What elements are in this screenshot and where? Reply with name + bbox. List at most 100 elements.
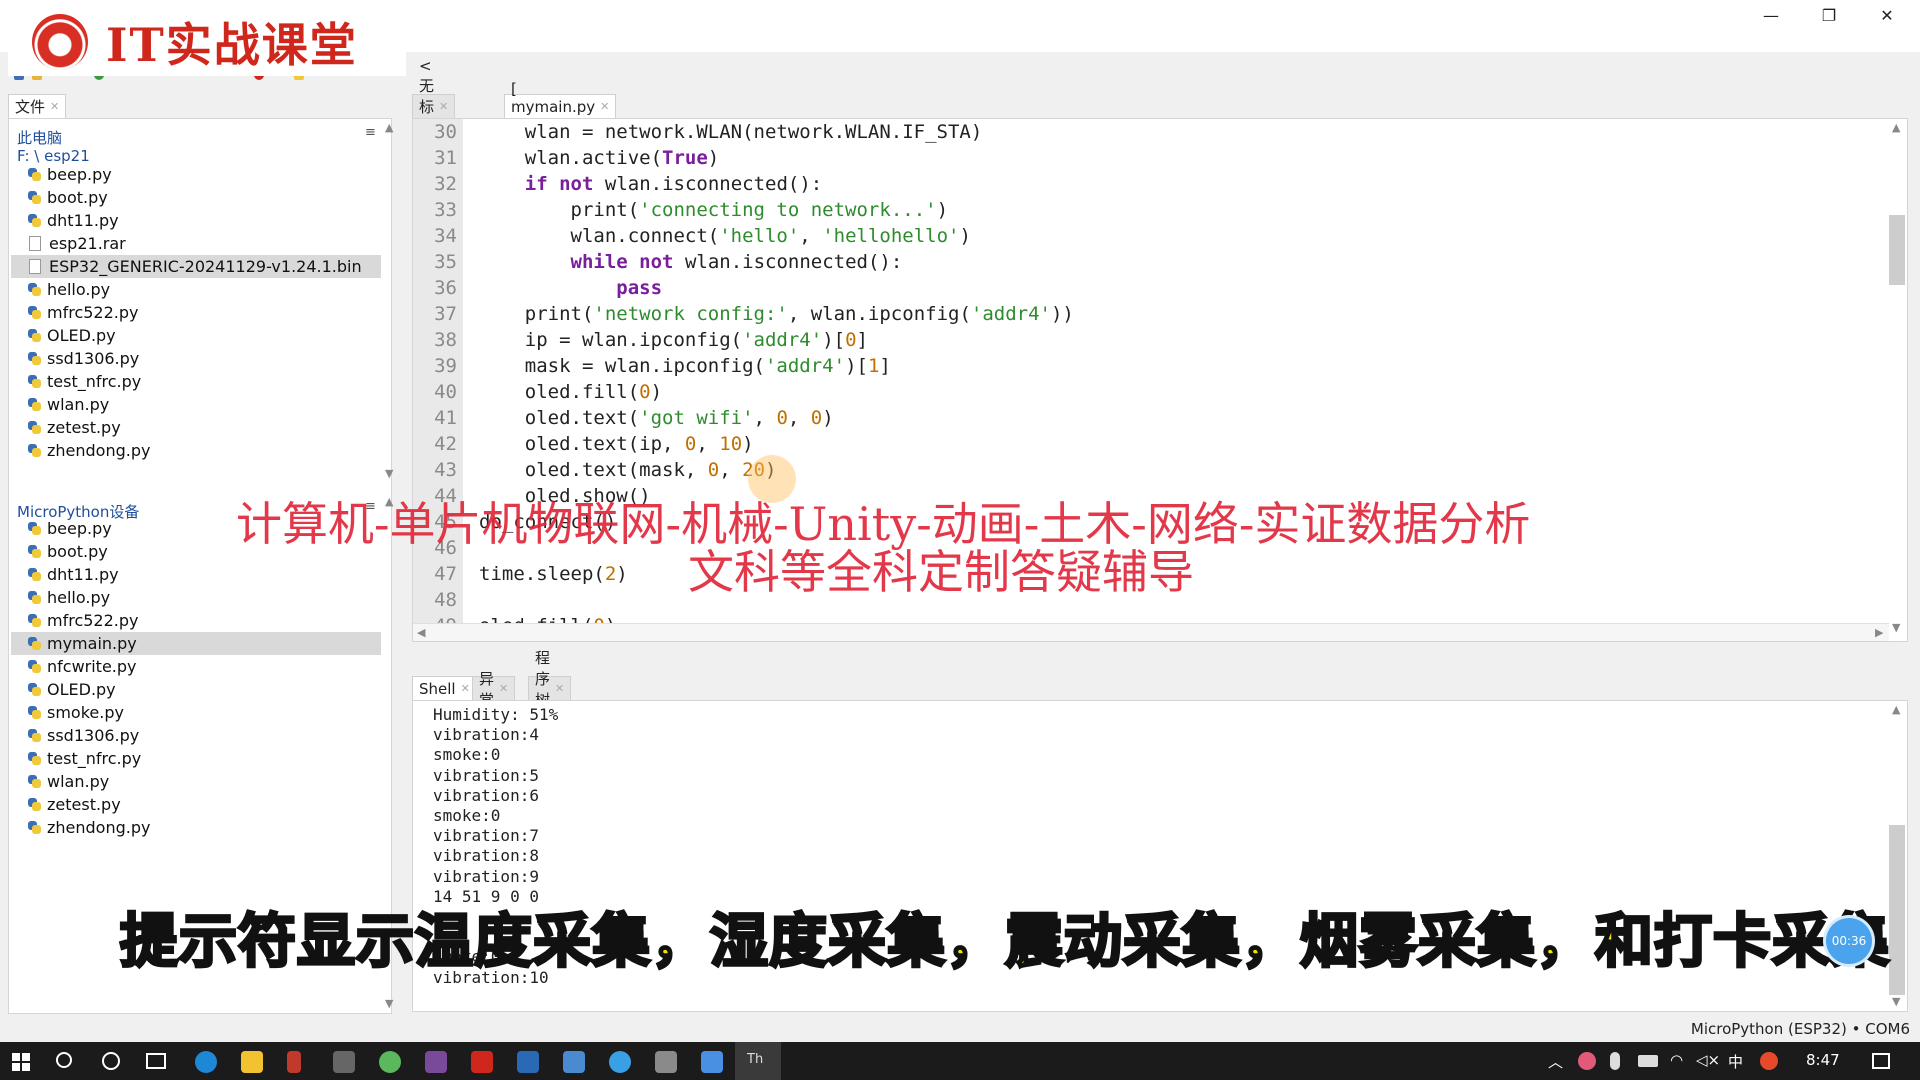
tray-app-icon[interactable] xyxy=(1578,1052,1596,1070)
scroll-down-icon[interactable]: ▼ xyxy=(385,997,393,1010)
scroll-up-icon[interactable]: ▲ xyxy=(1892,121,1900,134)
tab-files[interactable]: 文件 ✕ xyxy=(8,94,67,118)
ime-indicator[interactable]: 中 xyxy=(1728,1051,1743,1072)
app-icon[interactable] xyxy=(609,1051,631,1073)
file-item[interactable]: mymain.py xyxy=(11,632,381,655)
code-line: oled.text('got wifi', 0, 0) xyxy=(479,407,834,429)
file-explorer-icon[interactable] xyxy=(241,1051,263,1073)
volume-muted-icon[interactable]: ◁× xyxy=(1696,1051,1720,1069)
file-item[interactable]: test_nfrc.py xyxy=(11,370,381,393)
editor-vertical-scrollbar[interactable]: ▲ ▼ xyxy=(1887,119,1907,639)
close-icon[interactable]: ✕ xyxy=(499,682,508,695)
file-item[interactable]: ssd1306.py xyxy=(11,724,381,747)
tab-1[interactable]: <无标题>✕ xyxy=(412,57,456,156)
close-icon[interactable]: ✕ xyxy=(555,682,564,695)
file-item[interactable]: wlan.py xyxy=(11,393,381,416)
video-subtitle: 提示符显示温度采集，湿度采集，震动采集，烟雾采集，和打卡采集 xyxy=(119,906,1891,977)
file-item[interactable]: OLED.py xyxy=(11,678,381,701)
shell-line: vibration:4 xyxy=(433,725,539,745)
line-number: 48 xyxy=(434,589,457,611)
file-item[interactable]: hello.py xyxy=(11,586,381,609)
file-item[interactable]: nfcwrite.py xyxy=(11,655,381,678)
close-button[interactable]: ✕ xyxy=(1858,0,1916,30)
file-item[interactable]: wlan.py xyxy=(11,770,381,793)
close-icon[interactable]: ✕ xyxy=(439,100,448,113)
scroll-up-icon[interactable]: ▲ xyxy=(1892,703,1900,716)
network-icon[interactable]: ◠ xyxy=(1670,1051,1683,1069)
app-icon[interactable] xyxy=(379,1051,401,1073)
file-item[interactable]: smoke.py xyxy=(11,701,381,724)
scroll-right-icon[interactable]: ▶ xyxy=(1875,626,1883,639)
file-item[interactable]: esp21.rar xyxy=(11,232,381,255)
edge-icon[interactable] xyxy=(195,1051,217,1073)
scroll-down-icon[interactable]: ▼ xyxy=(1892,995,1900,1008)
shell-vertical-scrollbar[interactable]: ▲ ▼ xyxy=(1887,701,1907,1011)
scroll-thumb[interactable] xyxy=(1889,825,1905,995)
app-icon[interactable] xyxy=(517,1051,539,1073)
file-name: boot.py xyxy=(47,188,108,207)
windows-start-icon[interactable] xyxy=(12,1053,30,1071)
timer-badge[interactable]: 00:36 xyxy=(1826,918,1872,964)
editor-horizontal-scrollbar[interactable]: ◀ ▶ xyxy=(413,623,1889,641)
python-file-icon xyxy=(27,305,42,320)
minimize-button[interactable]: — xyxy=(1742,0,1800,30)
line-number: 35 xyxy=(434,251,457,273)
this-pc-label[interactable]: 此电脑 xyxy=(17,127,62,148)
file-item[interactable]: mfrc522.py xyxy=(11,609,381,632)
app-icon[interactable] xyxy=(425,1051,447,1073)
task-view-icon[interactable] xyxy=(146,1053,166,1069)
tab-3[interactable]: 程序树图✕ xyxy=(528,649,572,730)
app-icon[interactable] xyxy=(701,1051,723,1073)
tray-chevron-icon[interactable]: ︿ xyxy=(1548,1051,1563,1072)
wps-icon[interactable] xyxy=(471,1051,493,1073)
close-icon[interactable]: ✕ xyxy=(50,100,59,113)
tab-2[interactable]: 异常✕ xyxy=(472,670,516,709)
close-icon[interactable]: ✕ xyxy=(461,682,470,695)
document-icon xyxy=(29,236,41,251)
file-item[interactable]: zhendong.py xyxy=(11,816,381,839)
scroll-down-icon[interactable]: ▼ xyxy=(385,467,393,480)
python-file-icon xyxy=(27,774,42,789)
file-item[interactable]: zhendong.py xyxy=(11,439,381,462)
file-item[interactable]: hello.py xyxy=(11,278,381,301)
shell-line: smoke:0 xyxy=(433,806,501,825)
python-file-icon xyxy=(27,544,42,559)
app-icon[interactable] xyxy=(287,1051,301,1073)
file-item[interactable]: zetest.py xyxy=(11,793,381,816)
file-item[interactable]: dht11.py xyxy=(11,209,381,232)
notification-icon[interactable] xyxy=(1872,1053,1890,1069)
python-file-icon xyxy=(27,705,42,720)
tab-2[interactable]: [ mymain.py ]✕ xyxy=(504,80,617,134)
file-item[interactable]: ESP32_GENERIC-20241129-v1.24.1.bin xyxy=(11,255,381,278)
file-item[interactable]: zetest.py xyxy=(11,416,381,439)
app-icon[interactable] xyxy=(655,1051,677,1073)
clock[interactable]: 8:47 xyxy=(1806,1051,1840,1069)
scroll-left-icon[interactable]: ◀ xyxy=(417,626,425,639)
file-item[interactable]: test_nfrc.py xyxy=(11,747,381,770)
battery-icon[interactable] xyxy=(1638,1055,1658,1067)
file-item[interactable]: ssd1306.py xyxy=(11,347,381,370)
app-icon[interactable] xyxy=(333,1051,355,1073)
search-icon[interactable] xyxy=(56,1052,72,1068)
scroll-thumb[interactable] xyxy=(1889,215,1905,285)
local-menu-icon[interactable]: ≡ xyxy=(365,125,376,140)
thonny-taskbar-button[interactable]: Th xyxy=(735,1042,781,1080)
file-item[interactable]: boot.py xyxy=(11,186,381,209)
file-name: test_nfrc.py xyxy=(47,749,142,768)
tab-1[interactable]: Shell ✕ xyxy=(412,676,477,700)
microphone-icon[interactable] xyxy=(1610,1052,1620,1070)
file-item[interactable]: mfrc522.py xyxy=(11,301,381,324)
interpreter-status[interactable]: MicroPython (ESP32) • COM6 xyxy=(1691,1020,1910,1038)
file-item[interactable]: OLED.py xyxy=(11,324,381,347)
app-icon[interactable] xyxy=(563,1051,585,1073)
python-file-icon xyxy=(27,590,42,605)
cortana-icon[interactable] xyxy=(102,1052,120,1070)
sogou-icon[interactable] xyxy=(1760,1052,1778,1070)
file-item[interactable]: beep.py xyxy=(11,163,381,186)
file-item[interactable]: dht11.py xyxy=(11,563,381,586)
maximize-button[interactable]: ❐ xyxy=(1800,0,1858,30)
scroll-up-icon[interactable]: ▲ xyxy=(385,121,393,134)
close-icon[interactable]: ✕ xyxy=(600,100,609,113)
shell-line: vibration:5 xyxy=(433,765,539,785)
scroll-down-icon[interactable]: ▼ xyxy=(1892,621,1900,634)
